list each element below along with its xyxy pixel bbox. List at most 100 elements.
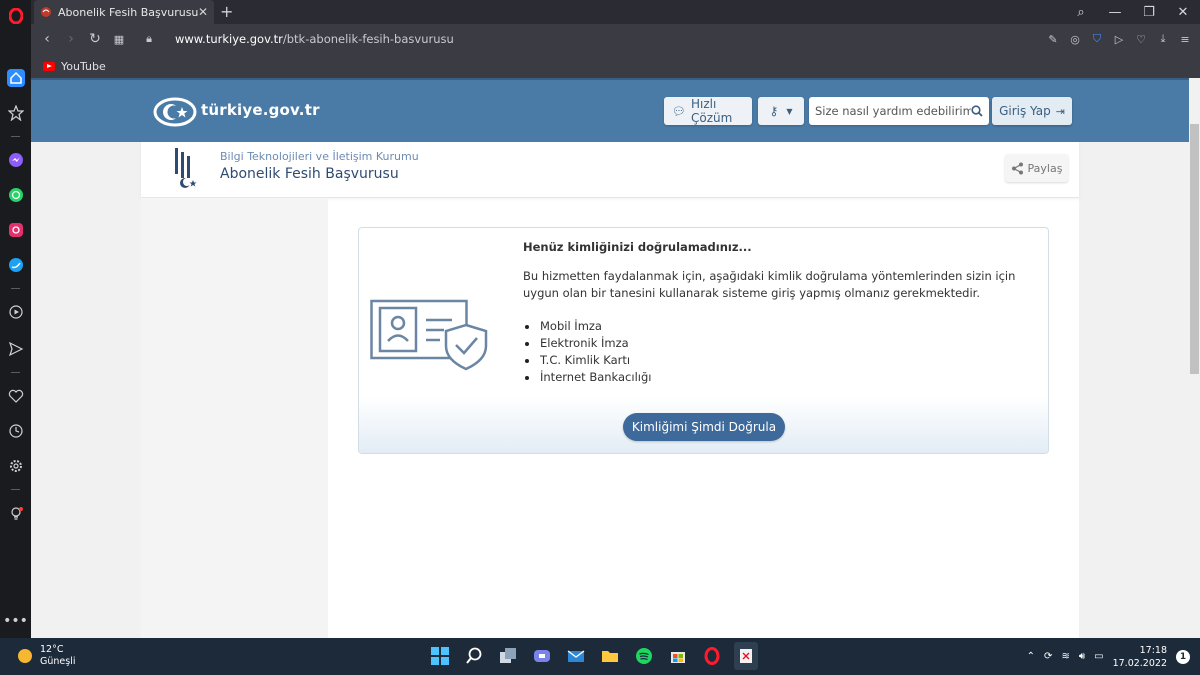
clock[interactable]: 17:18 17.02.2022 [1113,644,1167,670]
battery-icon[interactable]: ▭ [1094,651,1103,662]
download-icon[interactable]: ⤓ [1156,32,1170,46]
task-view-icon[interactable] [496,642,520,670]
bookmark-youtube[interactable]: YouTube [61,60,106,73]
tab-close-icon[interactable]: ✕ [198,5,208,19]
youtube-icon [43,61,55,71]
tab-title: Abonelik Fesih Başvurusu [58,5,198,19]
search-input[interactable] [815,104,971,118]
page-scrollbar[interactable] [1189,78,1200,638]
notification-badge[interactable]: 1 [1176,649,1190,664]
bookmarks-bar: YouTube [31,54,1200,78]
list-item: Elektronik İmza [523,335,651,352]
key-dropdown-button[interactable]: ⚷ ▼ [758,97,804,125]
home-icon[interactable] [0,66,31,90]
clock-date: 17.02.2022 [1112,657,1167,669]
tab-active[interactable]: Abonelik Fesih Başvurusu ✕ [34,0,214,24]
send-page-icon[interactable]: ▷ [1112,33,1126,46]
key-icon: ⚷ [769,104,779,118]
list-item: T.C. Kimlik Kartı [523,352,651,369]
id-card-shield-icon [370,299,488,371]
wifi-icon[interactable]: ≋ [1061,651,1069,662]
turkiye-gov-logo[interactable]: türkiye.gov.tr [153,92,320,128]
taskbar-apps [428,642,758,670]
snipping-tool-icon[interactable] [734,642,758,670]
quick-solution-button[interactable]: 💬︎ Hızlı Çözüm [664,97,752,125]
card-title: Henüz kimliğinizi doğrulamadınız... [523,240,752,254]
lock-icon: 🔒︎ [146,32,152,45]
heart-icon[interactable] [0,384,31,408]
chevron-up-icon[interactable]: ⌃ [1027,651,1035,662]
close-window-icon[interactable]: ✕ [1166,5,1200,20]
twitter-icon[interactable] [0,253,31,277]
main-content: Bilgi Teknolojileri ve İletişim Kurumu A… [141,142,1079,638]
messenger-icon[interactable] [0,148,31,172]
player-icon[interactable] [0,300,31,324]
url-field[interactable]: www.turkiye.gov.tr/btk-abonelik-fesih-ba… [175,32,454,46]
volume-icon[interactable]: 🔊︎ [1079,651,1085,662]
list-item: Mobil İmza [523,318,651,335]
history-icon[interactable] [0,419,31,443]
microsoft-store-icon[interactable] [666,642,690,670]
search-icon[interactable] [971,105,983,117]
identity-card: Henüz kimliğinizi doğrulamadınız... Bu h… [358,227,1049,454]
address-bar: ‹ › ↻ ▦ 🔒︎ www.turkiye.gov.tr/btk-abonel… [31,24,1200,54]
menu-icon[interactable]: ≡ [1178,33,1192,46]
scrollbar-thumb[interactable] [1190,124,1199,374]
bookmark-heart-icon[interactable]: ♡ [1134,33,1148,46]
mail-icon[interactable] [564,642,588,670]
login-button[interactable]: Giriş Yap ⇥ [992,97,1072,125]
speed-dial-icon[interactable] [0,101,31,125]
file-explorer-icon[interactable] [598,642,622,670]
auth-method-list: Mobil İmza Elektronik İmza T.C. Kimlik K… [523,318,651,386]
logo-text: türkiye.gov.tr [201,101,320,119]
site-header: türkiye.gov.tr 💬︎ Hızlı Çözüm ⚷ ▼ Giriş … [31,78,1189,142]
weather-condition: Güneşli [40,656,76,667]
left-column [141,199,328,638]
more-icon[interactable]: ••• [0,609,31,633]
opera-logo-icon[interactable] [0,4,31,28]
teams-chat-icon[interactable] [530,642,554,670]
instagram-icon[interactable] [0,218,31,242]
agency-bar: Bilgi Teknolojileri ve İletişim Kurumu A… [141,142,1079,198]
adblock-shield-icon[interactable]: ⛉ [1090,32,1104,46]
chevron-down-icon: ▼ [786,106,793,116]
reload-icon[interactable]: ↻ [83,31,107,47]
restore-icon[interactable]: ❐ [1132,5,1166,20]
sign-in-icon: ⇥ [1055,104,1065,118]
settings-icon[interactable] [0,454,31,478]
sync-icon[interactable]: ⟳ [1044,651,1052,662]
btk-logo-icon [175,148,197,188]
new-tab-button[interactable]: + [220,2,233,21]
whatsapp-icon[interactable] [0,183,31,207]
camera-icon[interactable]: ◎ [1068,33,1082,46]
url-path: /btk-abonelik-fesih-basvurusu [282,32,454,46]
snapshot-edit-icon[interactable]: ✎ [1046,33,1060,46]
search-box[interactable] [809,97,989,125]
search-taskbar-icon[interactable] [462,642,486,670]
opera-taskbar-icon[interactable] [700,642,724,670]
lightbulb-icon[interactable] [0,502,31,526]
crescent-star-icon [153,97,197,127]
verify-identity-button[interactable]: Kimliğimi Şimdi Doğrula [623,413,785,441]
send-icon[interactable] [0,337,31,361]
opera-sidebar: ••• [0,0,31,638]
login-label: Giriş Yap [999,104,1051,118]
tabs-grid-icon[interactable]: ▦ [107,33,131,46]
windows-taskbar: 12°C Güneşli ⌃ ⟳ ≋ 🔊︎ ▭ 17:18 17.02.2022… [0,638,1200,675]
forward-icon[interactable]: › [59,31,83,47]
system-tray: ⌃ ⟳ ≋ 🔊︎ ▭ 17:18 17.02.2022 1 [1027,638,1190,675]
agency-name: Bilgi Teknolojileri ve İletişim Kurumu [220,150,419,163]
back-icon[interactable]: ‹ [35,31,59,47]
start-windows-icon[interactable] [428,642,452,670]
weather-widget[interactable]: 12°C Güneşli [18,644,75,668]
search-tabs-icon[interactable]: ⌕ [1064,5,1098,20]
spotify-icon[interactable] [632,642,656,670]
share-label: Paylaş [1027,161,1063,175]
page-title: Abonelik Fesih Başvurusu [220,166,399,182]
page-viewport: türkiye.gov.tr 💬︎ Hızlı Çözüm ⚷ ▼ Giriş … [31,78,1200,638]
url-domain: www.turkiye.gov.tr [175,32,283,46]
chat-icon: 💬︎ [672,104,686,118]
share-button[interactable]: Paylaş [1005,154,1068,182]
minimize-icon[interactable]: — [1098,5,1132,20]
sun-icon [18,649,32,663]
